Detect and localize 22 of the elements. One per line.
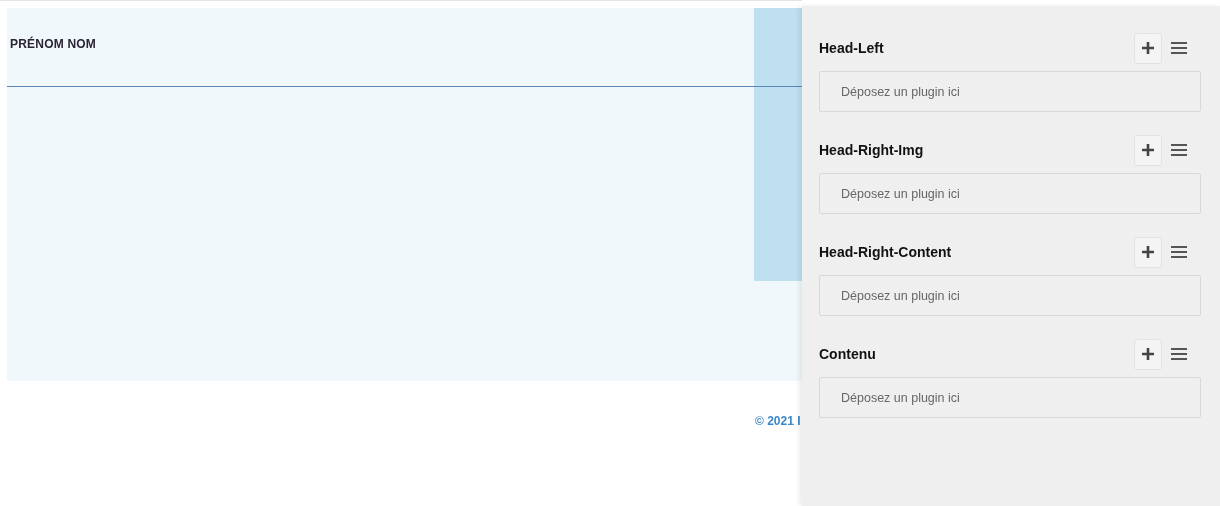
placeholder-title: Head-Right-Img <box>819 142 925 158</box>
add-plugin-button[interactable] <box>1134 338 1162 370</box>
plugin-drop-zone[interactable]: Déposez un plugin ici <box>819 173 1201 214</box>
add-plugin-button[interactable] <box>1134 134 1162 166</box>
plugin-drop-zone[interactable]: Déposez un plugin ici <box>819 71 1201 112</box>
plus-icon <box>1141 41 1155 55</box>
plus-icon <box>1141 245 1155 259</box>
placeholder-title: Head-Left <box>819 40 885 56</box>
add-plugin-button[interactable] <box>1134 32 1162 64</box>
menu-icon[interactable] <box>1170 41 1188 55</box>
person-name: PRÉNOM NOM <box>10 37 96 51</box>
menu-icon[interactable] <box>1170 143 1188 157</box>
menu-icon[interactable] <box>1170 245 1188 259</box>
plugin-drop-zone[interactable]: Déposez un plugin ici <box>819 275 1201 316</box>
placeholder-title: Head-Right-Content <box>819 244 953 260</box>
plus-icon <box>1141 347 1155 361</box>
plugin-drop-zone[interactable]: Déposez un plugin ici <box>819 377 1201 418</box>
menu-icon[interactable] <box>1170 347 1188 361</box>
placeholder-title: Contenu <box>819 346 877 362</box>
plus-icon <box>1141 143 1155 157</box>
copyright-text: © 2021 I <box>755 414 801 428</box>
add-plugin-button[interactable] <box>1134 236 1162 268</box>
